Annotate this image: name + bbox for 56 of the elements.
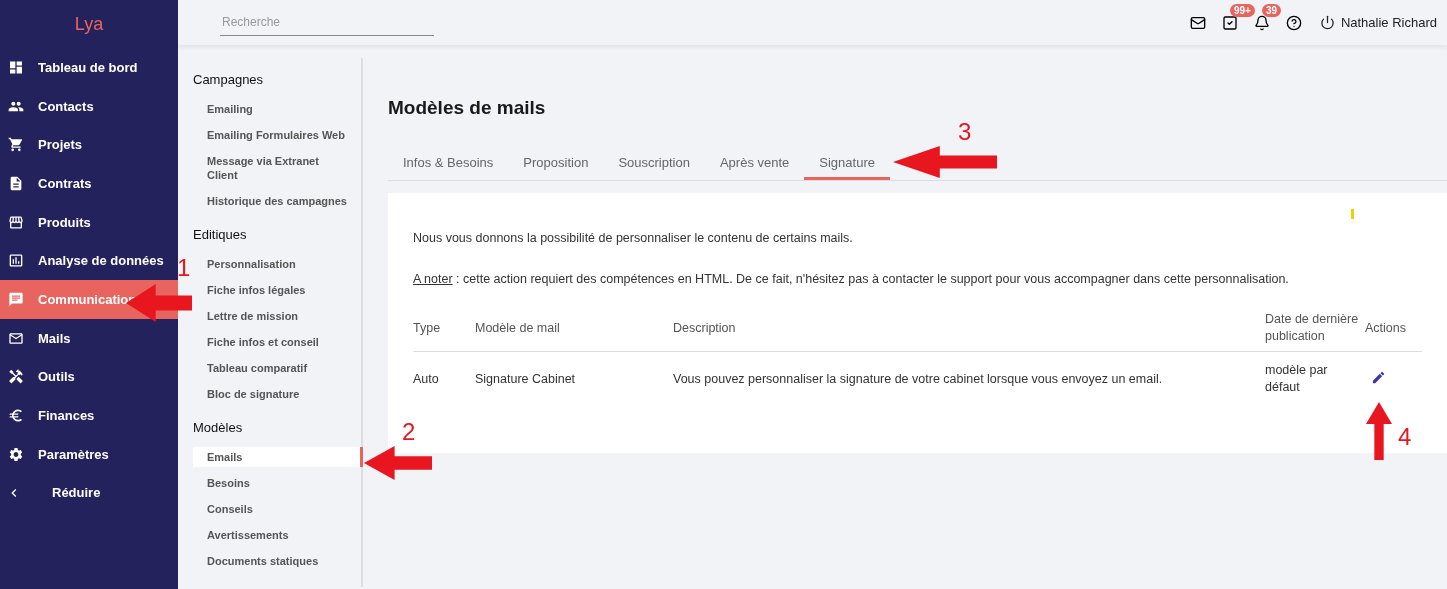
column-header: Actions <box>1365 305 1422 352</box>
submenu-item[interactable]: Emails <box>193 447 363 467</box>
count-badge: 39 <box>1261 3 1281 17</box>
submenu-item[interactable]: Historique des campagnes <box>193 191 363 211</box>
sidebar-item[interactable]: Tableau de bord <box>0 48 178 87</box>
annotation-number: 1 <box>177 254 191 282</box>
sidebar-item[interactable]: Finances <box>0 396 178 435</box>
submenu-item[interactable]: Emailing Formulaires Web <box>193 125 363 145</box>
submenu-item[interactable]: Besoins <box>193 473 363 493</box>
submenu-item[interactable]: Fiche infos et conseil <box>193 332 363 352</box>
sidebar-item[interactable]: Contrats <box>0 164 178 203</box>
note-link[interactable]: A noter <box>413 272 453 286</box>
column-header: Date de dernière publication <box>1265 305 1365 352</box>
sidebar-item[interactable]: Mails <box>0 318 178 358</box>
sidebar-item[interactable]: Contacts <box>0 86 178 126</box>
column-header: Description <box>673 305 1265 352</box>
submenu-item[interactable]: Avertissements <box>193 525 363 545</box>
sidebar-item[interactable]: Analyse de données <box>0 241 178 281</box>
logo: Lya <box>73 12 105 36</box>
note-text: : cette action requiert des compétences en HTML. De ce fait, n'hésitez pas à contacter le support pour vous accompagner dans cette personnalisation. <box>455 272 1289 286</box>
annotation-number: 2 <box>402 418 416 446</box>
submenu-item[interactable]: Bloc de signature <box>193 384 363 404</box>
sidebar-item[interactable]: Outils <box>0 357 178 397</box>
table-cell: Signature Cabinet <box>475 351 673 406</box>
submenu-item[interactable]: Conseils <box>193 499 363 519</box>
tab[interactable]: Infos & Besoins <box>388 149 509 180</box>
tab[interactable]: Souscription <box>603 149 705 180</box>
column-header: Type <box>413 305 475 352</box>
submenu-item[interactable]: Emailing <box>193 99 363 119</box>
submenu-item[interactable]: Documents statiques <box>193 551 363 571</box>
table-cell: Auto <box>413 351 475 406</box>
sidebar-item[interactable]: Projets <box>0 125 178 165</box>
annotation-number: 3 <box>958 118 972 146</box>
table-cell: modèle par défaut <box>1265 351 1365 406</box>
tab[interactable]: Après vente <box>704 149 805 180</box>
intro-text: Nous vous donnons la possibilité de personnaliser le contenu de certains mails. <box>413 231 853 245</box>
section-heading: Modèles <box>193 420 244 435</box>
table-cell: Vous pouvez personnaliser la signature de votre cabinet lorsque vous envoyez un email. <box>673 351 1265 406</box>
tab[interactable]: Proposition <box>508 149 604 180</box>
user-name: Nathalie Richard <box>1340 15 1437 30</box>
section-heading: Editiques <box>193 227 248 242</box>
collapse-button[interactable]: Réduire <box>0 473 178 512</box>
annotation-number: 4 <box>1398 423 1412 451</box>
search-field[interactable]: Recherche <box>220 9 434 36</box>
submenu-item[interactable]: Lettre de mission <box>193 306 363 326</box>
column-header: Modèle de mail <box>475 305 673 352</box>
submenu-item[interactable]: Message via Extranet Client <box>193 151 363 185</box>
submenu-item[interactable]: Personnalisation <box>193 254 363 274</box>
tab[interactable]: Signature <box>804 149 890 180</box>
section-heading: Campagnes <box>193 72 265 87</box>
count-badge: 99+ <box>1229 3 1255 17</box>
sidebar-item[interactable]: Paramètres <box>0 434 178 474</box>
page-title: Modèles de mails <box>388 97 547 119</box>
submenu-item[interactable]: Tableau comparatif <box>193 358 363 378</box>
sidebar-item[interactable]: Produits <box>0 202 178 242</box>
submenu-item[interactable]: Fiche infos légales <box>193 280 363 300</box>
